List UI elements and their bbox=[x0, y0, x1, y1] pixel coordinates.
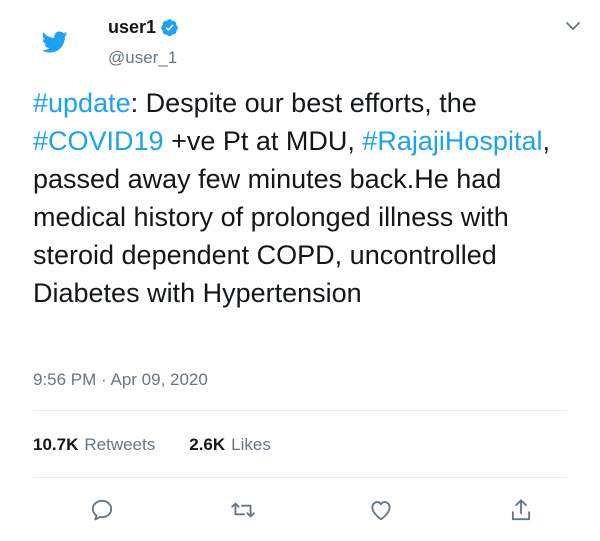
hashtag-link[interactable]: #RajajiHospital bbox=[362, 126, 542, 156]
likes-label: Likes bbox=[231, 435, 271, 454]
avatar[interactable] bbox=[33, 20, 77, 64]
divider bbox=[33, 410, 567, 411]
author-display-name[interactable]: user1 bbox=[108, 17, 156, 38]
heart-icon bbox=[371, 501, 391, 521]
action-bar bbox=[33, 484, 567, 534]
author-handle[interactable]: @user_1 bbox=[108, 48, 177, 68]
retweets-label: Retweets bbox=[84, 435, 156, 454]
divider bbox=[33, 477, 567, 478]
tweet-card: user1 @user_1 #update: Despite our best … bbox=[0, 0, 600, 541]
retweet-button[interactable] bbox=[229, 496, 257, 524]
reply-button[interactable] bbox=[88, 496, 116, 524]
tweet-text-segment: : Despite our best efforts, the bbox=[130, 88, 477, 118]
hashtag-link[interactable]: #COVID19 bbox=[33, 126, 164, 156]
twitter-bird-icon bbox=[42, 31, 68, 53]
retweet-icon bbox=[231, 502, 255, 518]
author-name-row[interactable]: user1 bbox=[108, 17, 179, 38]
like-button[interactable] bbox=[367, 496, 395, 524]
tweet-text: #update: Despite our best efforts, the #… bbox=[33, 84, 583, 312]
tweet-timestamp[interactable]: 9:56 PM · Apr 09, 2020 bbox=[33, 370, 208, 390]
tweet-text-segment: +ve Pt at MDU, bbox=[163, 126, 363, 156]
share-icon bbox=[511, 499, 531, 521]
reply-icon bbox=[91, 499, 113, 521]
chevron-down-icon bbox=[566, 22, 580, 30]
likes-count: 2.6K bbox=[189, 435, 226, 454]
likes-stat[interactable]: 2.6K Likes bbox=[189, 435, 271, 455]
share-button[interactable] bbox=[507, 496, 535, 524]
retweets-count: 10.7K bbox=[33, 435, 79, 454]
engagement-stats: 10.7K Retweets 2.6K Likes bbox=[33, 435, 271, 455]
more-options-button[interactable] bbox=[563, 19, 583, 33]
verified-badge-icon bbox=[161, 19, 178, 37]
hashtag-link[interactable]: #update bbox=[33, 88, 131, 118]
retweets-stat[interactable]: 10.7K Retweets bbox=[33, 435, 155, 455]
